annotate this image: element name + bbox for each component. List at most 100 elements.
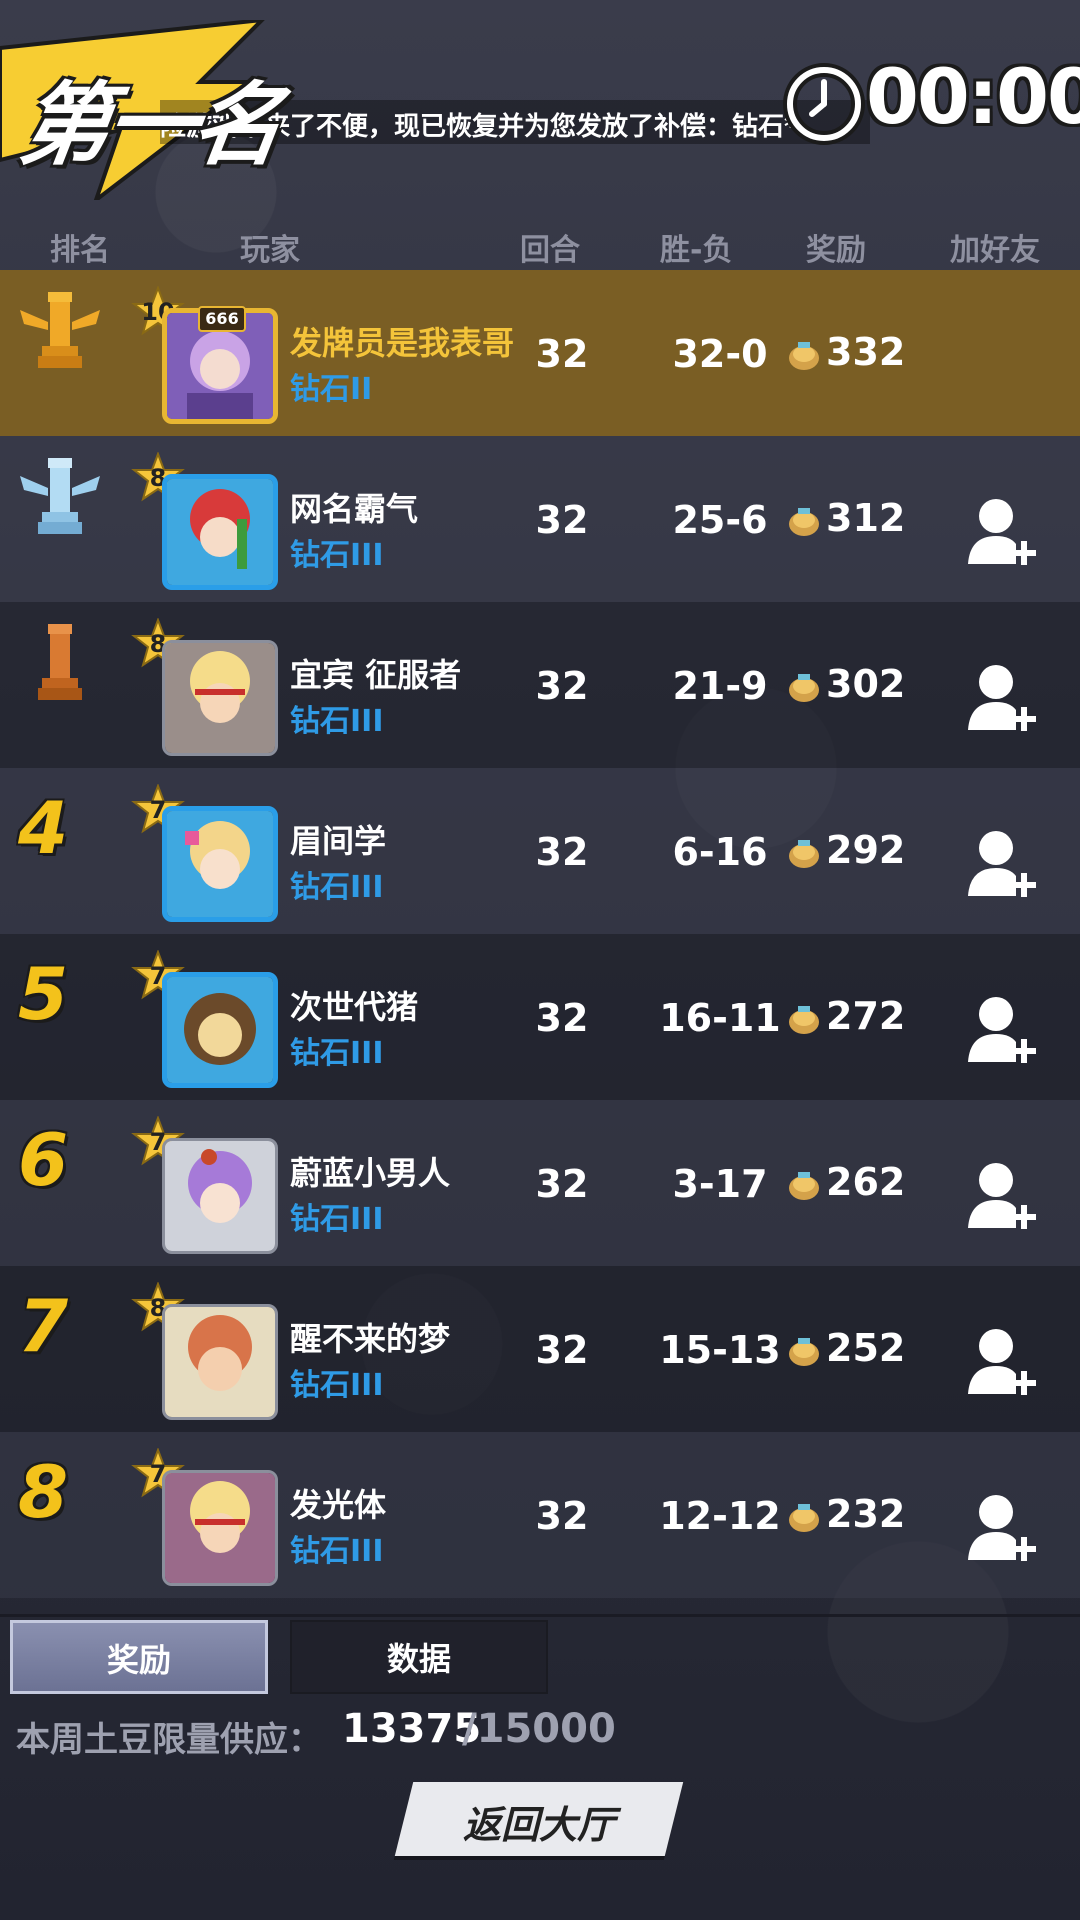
player-tier: 钻石III bbox=[290, 870, 384, 905]
avatar-portrait bbox=[167, 977, 273, 1083]
player-tier: 钻石III bbox=[290, 1368, 384, 1403]
timer: 00:00 bbox=[866, 52, 1080, 141]
player-tier: 钻石III bbox=[290, 1036, 384, 1071]
add-friend-icon[interactable] bbox=[966, 660, 1038, 734]
player-row-2[interactable]: 8 网名霸气 钻石III 32 25-6 312 bbox=[0, 436, 1080, 602]
potato-coin-icon bbox=[789, 1006, 819, 1034]
player-name: 次世代猪 bbox=[290, 988, 419, 1026]
add-friend-icon[interactable] bbox=[966, 992, 1038, 1066]
rounds-value: 32 bbox=[535, 664, 589, 708]
silver-rook-icon bbox=[20, 458, 100, 534]
win-loss-value: 16-11 bbox=[659, 996, 781, 1040]
avatar-portrait bbox=[165, 1307, 275, 1417]
reward-value: 292 bbox=[826, 828, 906, 872]
potato-coin-icon bbox=[789, 508, 819, 536]
rank-number: 8 bbox=[18, 1450, 69, 1534]
avatar[interactable] bbox=[162, 1304, 278, 1420]
player-row-3[interactable]: 8 宜宾 征服者 钻石III 32 21-9 302 bbox=[0, 602, 1080, 768]
player-name: 发光体 bbox=[290, 1486, 387, 1524]
reward-value: 232 bbox=[826, 1492, 906, 1536]
player-tier: 钻石III bbox=[290, 538, 384, 573]
gold-rook-icon bbox=[20, 292, 100, 368]
col-rank: 排名 bbox=[50, 233, 110, 268]
avatar-portrait bbox=[167, 479, 273, 585]
col-player: 玩家 bbox=[240, 233, 300, 268]
add-friend-icon[interactable] bbox=[966, 1158, 1038, 1232]
rounds-value: 32 bbox=[535, 332, 589, 376]
potato-coin-icon bbox=[789, 1504, 819, 1532]
bronze-rook-icon bbox=[38, 624, 82, 700]
player-tier: 钻石III bbox=[290, 1534, 384, 1569]
win-loss-value: 6-16 bbox=[672, 830, 768, 874]
player-row-1[interactable]: 10 666 发牌员是我表哥 钻石II 32 32-0 332 bbox=[0, 270, 1080, 436]
avatar[interactable] bbox=[162, 640, 278, 756]
rank-number: 7 bbox=[18, 1284, 69, 1368]
rounds-value: 32 bbox=[535, 1328, 589, 1372]
add-friend-icon[interactable] bbox=[966, 826, 1038, 900]
add-friend-icon[interactable] bbox=[966, 1490, 1038, 1564]
win-loss-value: 12-12 bbox=[659, 1494, 781, 1538]
reward-value: 252 bbox=[826, 1326, 906, 1370]
supply-label: 本周土豆限量供应： bbox=[16, 1720, 322, 1760]
supply-max: /15000 bbox=[462, 1706, 616, 1752]
rank-number: 6 bbox=[18, 1118, 69, 1202]
return-lobby-label: 返回大厅 bbox=[462, 1803, 615, 1847]
rounds-value: 32 bbox=[535, 1162, 589, 1206]
placement-title: 第一名 bbox=[13, 73, 287, 178]
vip-badge: 666 bbox=[198, 306, 246, 332]
col-reward: 奖励 bbox=[806, 233, 866, 268]
player-row-8[interactable]: 8 7 发光体 钻石III 32 12-12 232 bbox=[0, 1432, 1080, 1598]
player-name: 发牌员是我表哥 bbox=[290, 324, 515, 362]
clock-icon bbox=[783, 63, 865, 145]
player-tier: 钻石III bbox=[290, 1202, 384, 1237]
avatar[interactable] bbox=[162, 972, 278, 1088]
tab-rewards[interactable]: 奖励 bbox=[10, 1620, 268, 1694]
player-name: 蔚蓝小男人 bbox=[290, 1154, 451, 1192]
col-win-loss: 胜-负 bbox=[660, 233, 733, 268]
player-row-4[interactable]: 4 7 眉间学 钻石III 32 6-16 292 bbox=[0, 768, 1080, 934]
player-row-5[interactable]: 5 7 次世代猪 钻石III 32 16-11 272 bbox=[0, 934, 1080, 1100]
avatar-portrait bbox=[165, 1473, 275, 1583]
rank-number: 4 bbox=[18, 786, 69, 870]
player-name: 网名霸气 bbox=[290, 490, 419, 528]
reward-value: 262 bbox=[826, 1160, 906, 1204]
player-tier: 钻石III bbox=[290, 704, 384, 739]
reward-value: 312 bbox=[826, 496, 906, 540]
player-name: 眉间学 bbox=[290, 822, 387, 860]
potato-coin-icon bbox=[789, 840, 819, 868]
win-loss-value: 32-0 bbox=[672, 332, 768, 376]
col-add-friend: 加好友 bbox=[950, 233, 1040, 268]
reward-value: 302 bbox=[826, 662, 906, 706]
player-row-6[interactable]: 6 7 蔚蓝小男人 钻石III 32 3-17 262 bbox=[0, 1100, 1080, 1266]
potato-coin-icon bbox=[789, 674, 819, 702]
add-friend-icon[interactable] bbox=[966, 494, 1038, 568]
divider bbox=[0, 1614, 1080, 1617]
reward-value: 272 bbox=[826, 994, 906, 1038]
rounds-value: 32 bbox=[535, 830, 589, 874]
player-tier: 钻石II bbox=[290, 372, 373, 407]
win-loss-value: 21-9 bbox=[672, 664, 768, 708]
win-loss-value: 15-13 bbox=[659, 1328, 781, 1372]
win-loss-value: 25-6 bbox=[672, 498, 768, 542]
avatar-portrait bbox=[165, 1141, 275, 1251]
header: 险游戏带来了不便，现已恢复并为您发放了补偿：钻石* 第一名 00:00 bbox=[0, 0, 1080, 200]
rounds-value: 32 bbox=[535, 498, 589, 542]
avatar[interactable] bbox=[162, 1138, 278, 1254]
avatar[interactable] bbox=[162, 1470, 278, 1586]
rounds-value: 32 bbox=[535, 1494, 589, 1538]
win-loss-value: 3-17 bbox=[672, 1162, 768, 1206]
potato-coin-icon bbox=[789, 342, 819, 370]
avatar[interactable] bbox=[162, 474, 278, 590]
supply-current: 13375 bbox=[342, 1706, 482, 1752]
col-rounds: 回合 bbox=[520, 233, 580, 268]
add-friend-icon[interactable] bbox=[966, 1324, 1038, 1398]
potato-coin-icon bbox=[789, 1338, 819, 1366]
player-row-7[interactable]: 7 8 醒不来的梦 钻石III 32 15-13 252 bbox=[0, 1266, 1080, 1432]
rank-number: 5 bbox=[18, 952, 69, 1036]
rounds-value: 32 bbox=[535, 996, 589, 1040]
avatar-portrait bbox=[165, 643, 275, 753]
potato-coin-icon bbox=[789, 1172, 819, 1200]
tab-data[interactable]: 数据 bbox=[290, 1620, 548, 1694]
player-name: 醒不来的梦 bbox=[290, 1320, 451, 1358]
avatar[interactable] bbox=[162, 806, 278, 922]
